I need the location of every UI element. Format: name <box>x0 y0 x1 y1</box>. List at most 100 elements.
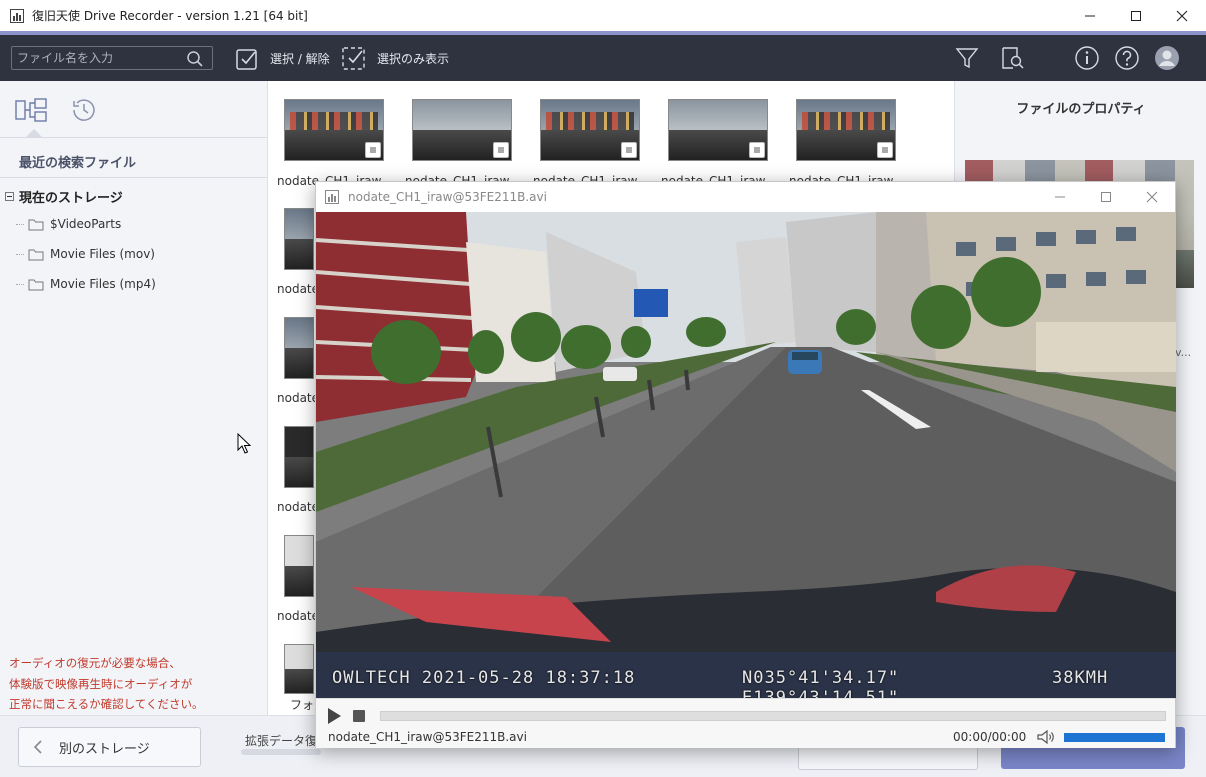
collapse-icon[interactable] <box>5 191 14 201</box>
select-checkbox[interactable] <box>749 142 765 158</box>
file-name[interactable]: nodate <box>277 609 319 623</box>
maximize-icon <box>1101 192 1111 202</box>
file-thumbnail[interactable] <box>412 99 512 161</box>
tree-item-videoparts[interactable]: $VideoParts <box>0 209 267 239</box>
help-icon <box>1115 46 1139 70</box>
player-filename: nodate_CH1_iraw@53FE211B.avi <box>328 730 527 744</box>
extended-data-slider[interactable] <box>241 749 321 755</box>
app-icon <box>325 190 339 204</box>
folder-icon <box>28 279 44 290</box>
current-storage-node[interactable]: 現在のストレージ <box>0 183 267 209</box>
volume-slider[interactable] <box>1064 733 1165 742</box>
file-thumbnail[interactable] <box>284 208 314 270</box>
filter-icon <box>955 48 979 69</box>
file-thumbnail[interactable] <box>284 644 314 694</box>
file-thumbnail[interactable] <box>796 99 896 161</box>
file-name[interactable]: nodate <box>277 282 319 296</box>
seek-bar[interactable] <box>380 711 1166 721</box>
active-tab-indicator <box>26 129 42 137</box>
select-checkbox[interactable] <box>877 142 893 158</box>
file-thumbnail[interactable] <box>540 99 640 161</box>
mouse-cursor-icon <box>237 433 251 454</box>
user-icon <box>1155 46 1179 70</box>
close-icon <box>1146 191 1158 203</box>
user-button[interactable] <box>1153 44 1181 72</box>
select-checkbox[interactable] <box>621 142 637 158</box>
window-title: 復旧天使 Drive Recorder - version 1.21 [64 b… <box>32 9 308 23</box>
video-scene <box>316 212 1176 698</box>
search-results-button[interactable] <box>998 44 1026 72</box>
tree-connector <box>16 283 24 285</box>
file-name[interactable]: nodate <box>277 391 319 405</box>
tree-view-icon <box>15 98 47 122</box>
show-selected-label: 選択のみ表示 <box>377 51 450 66</box>
recent-search-files[interactable]: 最近の検索ファイル <box>0 138 267 178</box>
minimize-icon <box>1055 196 1065 198</box>
select-checkbox[interactable] <box>365 142 381 158</box>
minimize-button[interactable] <box>1067 0 1113 31</box>
select-toggle-button[interactable]: 選択 / 解除 <box>235 45 330 71</box>
warning-line: 体験版で映像再生時にオーディオが <box>9 676 193 691</box>
sidebar-tabs <box>0 81 267 138</box>
player-time: 00:00/00:00 <box>953 730 1027 744</box>
file-thumbnail[interactable] <box>284 426 314 488</box>
player-minimize-button[interactable] <box>1037 182 1083 212</box>
tab-tree[interactable] <box>14 93 50 127</box>
player-title: nodate_CH1_iraw@53FE211B.avi <box>348 190 547 204</box>
other-storage-button[interactable]: 別のストレージ <box>18 727 201 767</box>
select-toggle-label: 選択 / 解除 <box>270 51 330 66</box>
warning-line: 正常に聞こえるか確認してください。 <box>9 697 204 711</box>
checkbox-icon <box>236 48 257 70</box>
dashed-check-icon <box>342 47 365 70</box>
osd-speed: 38KMH <box>1052 668 1109 688</box>
player-maximize-button[interactable] <box>1083 182 1129 212</box>
tree-connector <box>16 253 24 255</box>
file-thumbnail[interactable] <box>284 99 384 161</box>
show-selected-button[interactable]: 選択のみ表示 <box>341 45 449 71</box>
player-close-button[interactable] <box>1129 182 1175 212</box>
warning-line: オーディオの復元が必要な場合、 <box>9 656 181 670</box>
close-button[interactable] <box>1159 0 1205 31</box>
file-thumbnail[interactable] <box>284 535 314 597</box>
stop-icon[interactable] <box>353 710 365 722</box>
select-checkbox[interactable] <box>493 142 509 158</box>
player-controls: nodate_CH1_iraw@53FE211B.avi 00:00/00:00 <box>316 698 1175 748</box>
filter-button[interactable] <box>953 44 981 72</box>
storage-tree: 現在のストレージ $VideoParts Movie Files (mov) M… <box>0 178 267 299</box>
search-input[interactable] <box>12 47 182 69</box>
file-thumbnail[interactable] <box>668 99 768 161</box>
current-storage-label: 現在のストレージ <box>19 190 123 206</box>
toolbar: 選択 / 解除 選択のみ表示 <box>0 35 1206 81</box>
search-box[interactable] <box>11 46 213 70</box>
video-player-window: nodate_CH1_iraw@53FE211B.avi OWLTECH 202… <box>315 181 1176 748</box>
minimize-icon <box>1085 15 1095 16</box>
video-frame[interactable]: OWLTECH 2021-05-28 18:37:18 N035°41'34.1… <box>316 212 1176 698</box>
tree-item-movie-mov[interactable]: Movie Files (mov) <box>0 239 267 269</box>
title-bar: 復旧天使 Drive Recorder - version 1.21 [64 b… <box>0 0 1206 31</box>
info-icon <box>1075 46 1099 70</box>
help-button[interactable] <box>1113 44 1141 72</box>
properties-title: ファイルのプロパティ <box>1016 102 1146 117</box>
file-name: フォ <box>290 698 315 712</box>
tree-item-label: Movie Files (mp4) <box>50 277 156 291</box>
close-icon <box>1176 10 1188 21</box>
search-results-icon <box>1002 47 1024 69</box>
osd-gps: N035°41'34.17" E139°43'14.51" <box>742 668 900 698</box>
tree-item-movie-mp4[interactable]: Movie Files (mp4) <box>0 269 267 299</box>
properties-more: v... <box>1175 346 1192 359</box>
file-name[interactable]: nodate <box>277 500 319 514</box>
maximize-button[interactable] <box>1113 0 1159 31</box>
app-icon <box>10 8 24 23</box>
folder-icon <box>28 249 44 260</box>
file-thumbnail[interactable] <box>284 317 314 379</box>
video-osd: OWLTECH 2021-05-28 18:37:18 N035°41'34.1… <box>332 668 1162 698</box>
history-icon <box>73 99 95 121</box>
play-icon[interactable] <box>326 707 342 725</box>
tree-item-label: Movie Files (mov) <box>50 247 155 261</box>
info-button[interactable] <box>1073 44 1101 72</box>
extended-data-label: 拡張データ復 <box>245 734 318 748</box>
search-icon[interactable] <box>186 50 204 68</box>
tab-history[interactable] <box>66 93 102 127</box>
volume-icon[interactable] <box>1037 730 1055 744</box>
folder-icon <box>28 219 44 230</box>
